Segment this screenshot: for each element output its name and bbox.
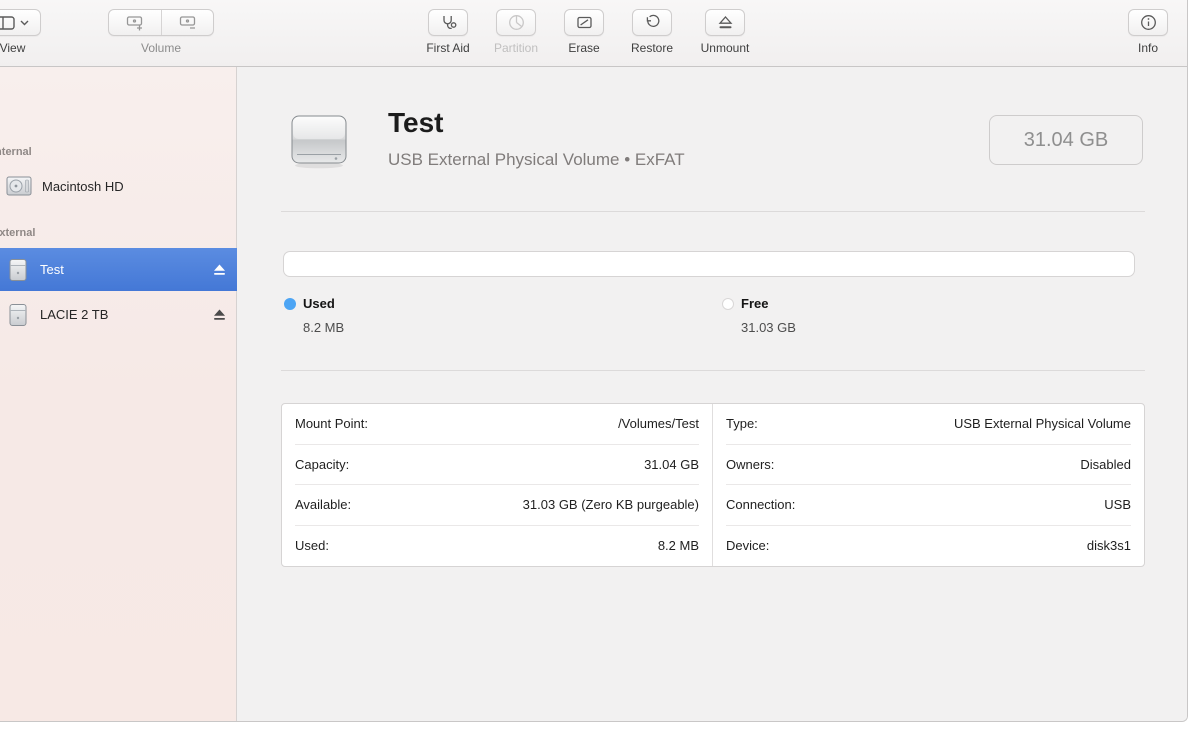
- view-button-group: View: [0, 9, 41, 55]
- free-legend-value: 31.03 GB: [741, 320, 796, 335]
- capacity-bar: [283, 251, 1135, 277]
- sidebar-item-test[interactable]: Test: [0, 248, 237, 291]
- eject-icon: [214, 309, 225, 320]
- chevron-down-icon: [20, 20, 29, 25]
- remove-volume-button[interactable]: [161, 10, 213, 35]
- stethoscope-icon: [442, 16, 456, 30]
- info-label: Info: [1137, 41, 1158, 55]
- partition-button-group: Partition: [487, 9, 545, 55]
- volume-title: Test: [388, 107, 444, 138]
- erase-label: Erase: [568, 41, 600, 55]
- view-button[interactable]: [0, 9, 41, 36]
- row-label: Owners:: [726, 456, 775, 472]
- sidebar-item-lacie-2-tb[interactable]: LACIE 2 TB: [0, 293, 237, 336]
- free-legend-dot: [722, 298, 734, 310]
- row-value: Disabled: [1080, 456, 1131, 472]
- view-label: View: [0, 41, 26, 55]
- table-row: Owners: Disabled: [726, 445, 1131, 485]
- row-value: 31.03 GB (Zero KB purgeable): [522, 497, 699, 513]
- sidebar-section-external: External: [0, 227, 36, 239]
- sidebar-item-label: Test: [40, 262, 64, 277]
- row-label: Connection:: [726, 497, 796, 513]
- table-row: Available: 31.03 GB (Zero KB purgeable): [295, 485, 699, 526]
- info-icon: [1140, 15, 1156, 30]
- row-label: Mount Point:: [295, 416, 368, 432]
- info-button-group: Info: [1120, 9, 1176, 55]
- restore-button[interactable]: [632, 9, 672, 36]
- table-row: Used: 8.2 MB: [295, 526, 699, 567]
- volume-subtitle: USB External Physical Volume • ExFAT: [388, 150, 685, 169]
- volume-plus-icon: [126, 15, 143, 30]
- unmount-label: Unmount: [700, 41, 750, 55]
- eject-button[interactable]: [213, 264, 226, 276]
- first-aid-button-group: First Aid: [419, 9, 477, 55]
- screen: View Volume First Aid Partition Erase Re…: [0, 0, 1196, 732]
- main-content: Test USB External Physical Volume • ExFA…: [237, 67, 1187, 721]
- sidebar-item-macintosh-hd[interactable]: Macintosh HD: [0, 167, 237, 205]
- info-button[interactable]: [1128, 9, 1168, 36]
- partition-button[interactable]: [496, 9, 536, 36]
- erase-button[interactable]: [564, 9, 604, 36]
- erase-button-group: Erase: [561, 9, 607, 55]
- row-label: Used:: [295, 538, 329, 554]
- volume-segmented-control: [108, 9, 214, 36]
- volume-minus-icon: [179, 15, 195, 29]
- external-disk-icon: [9, 303, 27, 326]
- internal-disk-icon: [6, 176, 32, 196]
- row-label: Device:: [726, 538, 770, 554]
- details-right-column: Type: USB External Physical Volume Owners…: [713, 404, 1144, 566]
- table-row: Type: USB External Physical Volume: [726, 404, 1131, 445]
- toolbar: View Volume First Aid Partition Erase Re…: [0, 0, 1187, 67]
- row-value: 31.04 GB: [644, 456, 699, 472]
- disk-utility-window: View Volume First Aid Partition Erase Re…: [0, 0, 1188, 722]
- table-row: Connection: USB: [726, 485, 1131, 526]
- sidebar-section-internal: Internal: [0, 146, 32, 158]
- row-label: Available:: [295, 497, 352, 513]
- sidebar: Internal Macintosh HD External Test LACI…: [0, 67, 237, 721]
- row-value: disk3s1: [1086, 538, 1131, 554]
- unmount-button-group: Unmount: [695, 9, 755, 55]
- table-row: Device: disk3s1: [726, 526, 1131, 567]
- details-left-column: Mount Point: /Volumes/Test Capacity: 31.04…: [282, 404, 713, 566]
- volume-label: Volume: [140, 41, 182, 55]
- row-label: Type:: [726, 416, 758, 432]
- sidebar-layout-icon: [0, 15, 15, 30]
- row-value: USB External Physical Volume: [953, 416, 1131, 432]
- partition-label: Partition: [493, 41, 539, 55]
- restore-arrow-icon: [646, 14, 659, 27]
- volume-size-badge: 31.04 GB: [989, 115, 1143, 165]
- table-row: Capacity: 31.04 GB: [295, 445, 699, 485]
- used-legend-label: Used: [303, 296, 335, 311]
- table-row: Mount Point: /Volumes/Test: [295, 404, 699, 445]
- external-disk-icon: [9, 258, 27, 281]
- partition-pie-icon: [508, 15, 524, 30]
- volume-disk-icon: [291, 115, 347, 169]
- eject-icon: [718, 16, 732, 29]
- first-aid-label: First Aid: [426, 41, 470, 55]
- eject-button[interactable]: [213, 309, 226, 321]
- used-legend-value: 8.2 MB: [303, 320, 345, 335]
- unmount-button[interactable]: [705, 9, 745, 36]
- row-label: Capacity:: [295, 456, 350, 472]
- divider: [281, 211, 1145, 212]
- divider: [281, 370, 1145, 371]
- eject-icon: [214, 264, 225, 275]
- sidebar-item-label: Macintosh HD: [42, 178, 124, 194]
- erase-pencil-icon: [576, 16, 592, 29]
- row-value: 8.2 MB: [657, 538, 699, 554]
- free-legend-label: Free: [741, 296, 769, 311]
- volume-details-table: Mount Point: /Volumes/Test Capacity: 31.04…: [281, 403, 1145, 567]
- restore-button-group: Restore: [623, 9, 681, 55]
- first-aid-button[interactable]: [428, 9, 468, 36]
- restore-label: Restore: [630, 41, 674, 55]
- row-value: USB: [1104, 497, 1131, 513]
- row-value: /Volumes/Test: [618, 416, 699, 432]
- used-legend-dot: [284, 298, 296, 310]
- add-volume-button[interactable]: [109, 10, 161, 35]
- volume-button-group: Volume: [108, 9, 214, 55]
- sidebar-item-label: LACIE 2 TB: [40, 307, 109, 322]
